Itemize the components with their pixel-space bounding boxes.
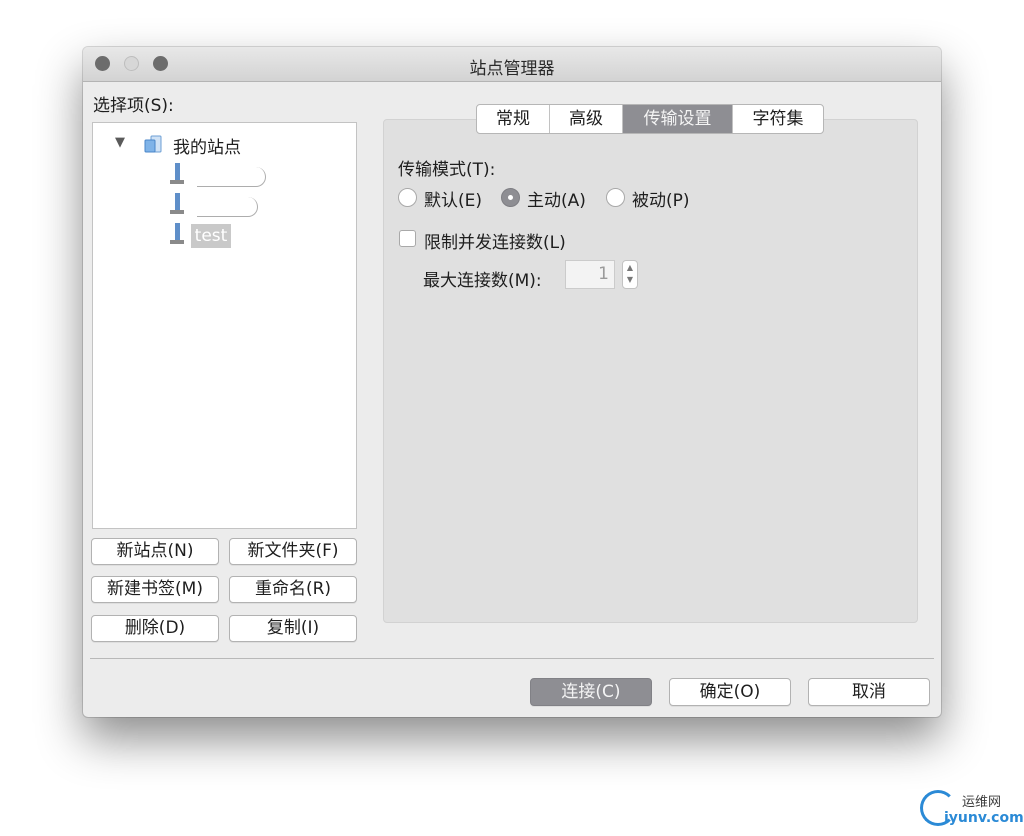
tab-charset[interactable]: 字符集 xyxy=(733,105,823,133)
transfer-mode-label: 传输模式(T): xyxy=(398,160,496,180)
watermark-top-text: 运维网 xyxy=(962,795,1002,810)
server-icon xyxy=(170,223,184,244)
new-bookmark-button[interactable]: 新建书签(M) xyxy=(91,576,219,603)
radio-active[interactable] xyxy=(501,188,520,207)
titlebar[interactable]: 站点管理器 xyxy=(83,47,941,82)
cancel-button[interactable]: 取消 xyxy=(808,678,930,706)
limit-connections-label[interactable]: 限制并发连接数(L) xyxy=(424,228,566,253)
tree-root-my-sites[interactable]: 我的站点 xyxy=(173,133,241,158)
rename-button[interactable]: 重命名(R) xyxy=(229,576,357,603)
limit-connections-checkbox[interactable] xyxy=(399,230,416,247)
radio-default-label[interactable]: 默认(E) xyxy=(424,186,482,211)
tab-general[interactable]: 常规 xyxy=(477,105,550,133)
duplicate-button[interactable]: 复制(I) xyxy=(229,615,357,642)
window-title: 站点管理器 xyxy=(469,59,555,79)
tree-site-item[interactable] xyxy=(197,167,266,187)
site-manager-window: 站点管理器 选择项(S): ▼ 我的站点 test 新站点(N) 新文件夹(F)… xyxy=(83,47,941,717)
watermark-logo: 运维网 iyunv.com xyxy=(920,790,1024,830)
max-connections-label: 最大连接数(M): xyxy=(423,271,542,291)
site-tree[interactable]: ▼ 我的站点 test xyxy=(92,122,357,529)
footer-divider xyxy=(90,658,934,659)
new-folder-button[interactable]: 新文件夹(F) xyxy=(229,538,357,565)
connect-button[interactable]: 连接(C) xyxy=(530,678,652,706)
radio-default[interactable] xyxy=(398,188,417,207)
tree-site-item[interactable] xyxy=(197,197,258,217)
radio-passive[interactable] xyxy=(606,188,625,207)
ok-button[interactable]: 确定(O) xyxy=(669,678,791,706)
new-site-button[interactable]: 新站点(N) xyxy=(91,538,219,565)
server-icon xyxy=(170,163,184,184)
watermark-bottom-text: iyunv.com xyxy=(944,810,1024,826)
tab-transfer-settings[interactable]: 传输设置 xyxy=(623,105,733,133)
radio-active-label[interactable]: 主动(A) xyxy=(527,186,586,211)
server-icon xyxy=(170,193,184,214)
stepper-icon[interactable]: ▲ ▼ xyxy=(622,260,638,289)
tab-advanced[interactable]: 高级 xyxy=(550,105,623,133)
tree-site-item-selected[interactable]: test xyxy=(191,224,231,248)
disclosure-triangle-icon[interactable]: ▼ xyxy=(115,135,125,150)
radio-passive-label[interactable]: 被动(P) xyxy=(632,186,690,211)
max-connections-input[interactable]: 1 xyxy=(565,260,615,289)
folder-icon xyxy=(144,135,162,153)
select-entry-label: 选择项(S): xyxy=(93,96,174,116)
delete-button[interactable]: 删除(D) xyxy=(91,615,219,642)
tab-bar: 常规 高级 传输设置 字符集 xyxy=(476,104,824,134)
